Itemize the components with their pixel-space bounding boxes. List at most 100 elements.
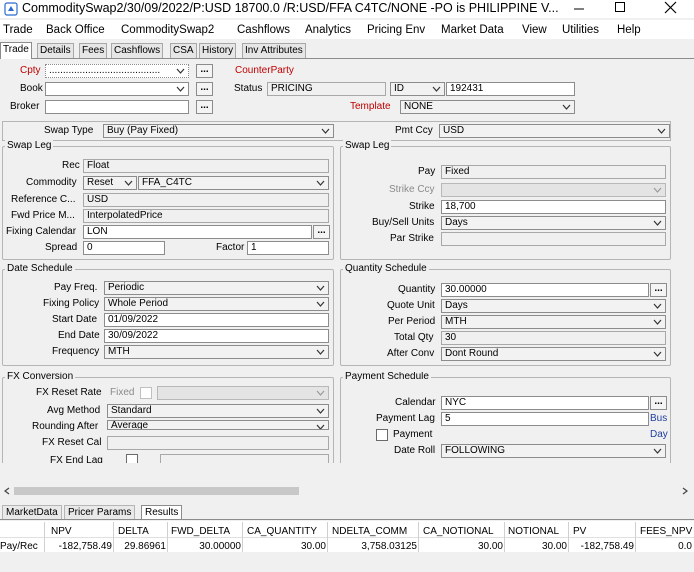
chevron-down-icon — [316, 349, 325, 355]
tab-inv-attributes[interactable]: Inv Attributes — [242, 43, 306, 58]
strike-ccy-combo[interactable] — [441, 183, 666, 197]
menu-analytics[interactable]: Analytics — [305, 23, 351, 37]
menu-trade[interactable]: Trade — [3, 23, 33, 37]
buy-sell-units-combo[interactable]: Days — [441, 216, 666, 230]
fx-end-lag-label: FX End Lag — [50, 455, 103, 463]
quote-unit-value: Days — [445, 300, 468, 311]
window-title: CommoditySwap2/30/09/2022/P:USD 18700.0 … — [22, 1, 559, 15]
pmt-ccy-label: Pmt Ccy — [395, 125, 433, 136]
col-header-ca-notional[interactable]: CA_NOTIONAL — [423, 526, 494, 538]
menu-view[interactable]: View — [522, 23, 547, 37]
chevron-down-icon — [432, 86, 441, 92]
fixed-checkbox[interactable] — [140, 387, 152, 399]
cpty-ellipsis-button[interactable]: ... — [196, 64, 213, 78]
calendar-field[interactable]: NYC — [441, 396, 649, 410]
menu-cashflows[interactable]: Cashflows — [237, 23, 290, 37]
after-conv-combo[interactable]: Dont Round — [441, 347, 666, 361]
spread-field[interactable]: 0 — [83, 241, 165, 255]
pay-freq-label: Pay Freq. — [54, 282, 98, 293]
swap-type-combo[interactable]: Buy (Pay Fixed) — [103, 124, 334, 138]
col-header-ca-quantity[interactable]: CA_QUANTITY — [247, 526, 317, 538]
avg-method-combo[interactable]: Standard — [107, 404, 329, 418]
horizontal-scrollbar[interactable] — [0, 484, 694, 498]
tab-results[interactable]: Results — [141, 505, 183, 519]
menu-pricing-env[interactable]: Pricing Env — [367, 23, 425, 37]
tab-fees[interactable]: Fees — [79, 43, 108, 58]
avg-method-value: Standard — [111, 405, 152, 416]
payment-lag-unit[interactable]: Bus — [650, 412, 667, 426]
menu-back-office[interactable]: Back Office — [46, 23, 105, 37]
maximize-icon[interactable] — [614, 1, 626, 13]
scroll-left-icon[interactable] — [3, 487, 11, 495]
strike-field[interactable]: 18,700 — [441, 200, 666, 214]
scrollbar-thumb[interactable] — [14, 487, 299, 495]
book-ellipsis-button[interactable]: ... — [196, 82, 213, 96]
tab-csa[interactable]: CSA — [170, 43, 197, 58]
calendar-ellipsis-button[interactable]: ... — [650, 396, 667, 410]
rounding-after-combo[interactable]: Average — [107, 420, 329, 430]
pmt-ccy-combo[interactable]: USD — [439, 124, 670, 138]
col-header-notional[interactable]: NOTIONAL — [508, 526, 559, 538]
tab-trade[interactable]: Trade — [0, 42, 32, 59]
date-roll-combo[interactable]: FOLLOWING — [441, 444, 666, 458]
close-icon[interactable] — [664, 1, 677, 14]
fx-end-lag-field — [160, 454, 329, 463]
payment-checkbox[interactable] — [376, 429, 388, 441]
commodity-label: Commodity — [26, 177, 77, 188]
tab-details[interactable]: Details — [37, 43, 74, 58]
commodity-value: FFA_C4TC — [142, 177, 193, 188]
col-header-delta[interactable]: DELTA — [118, 526, 149, 538]
date-roll-label: Date Roll — [394, 445, 436, 456]
tab-market-data[interactable]: MarketData — [2, 505, 62, 519]
id-field[interactable]: 192431 — [446, 82, 575, 96]
frequency-combo[interactable]: MTH — [104, 345, 329, 359]
fx-end-lag-checkbox[interactable] — [126, 454, 138, 463]
broker-ellipsis-button[interactable]: ... — [196, 100, 213, 114]
fx-reset-rate-combo[interactable] — [157, 386, 329, 400]
fixing-calendar-label: Fixing Calendar — [6, 226, 77, 237]
payment-unit[interactable]: Day — [650, 428, 668, 442]
factor-field[interactable]: 1 — [247, 241, 329, 255]
col-header-fees-npv[interactable]: FEES_NPV — [640, 526, 694, 538]
tab-divider — [0, 58, 694, 59]
start-date-field[interactable]: 01/09/2022 — [104, 313, 329, 327]
col-header-npv[interactable]: NPV — [51, 526, 72, 538]
menu-commodity-swap2[interactable]: CommoditySwap2 — [121, 23, 214, 37]
quantity-field[interactable]: 30.00000 — [441, 283, 649, 297]
menu-help[interactable]: Help — [617, 23, 641, 37]
scroll-right-icon[interactable] — [681, 487, 689, 495]
date-schedule-title: Date Schedule — [5, 263, 75, 275]
template-combo[interactable]: NONE — [400, 100, 575, 114]
id-combo-value: ID — [394, 83, 404, 94]
minimize-icon[interactable] — [573, 3, 585, 15]
col-header-ndelta-comm[interactable]: NDELTA_COMM — [332, 526, 407, 538]
id-combo[interactable]: ID — [390, 82, 445, 96]
rounding-after-value: Average — [111, 420, 149, 430]
cell-fees-npv: 0.0 — [678, 541, 692, 552]
book-combo[interactable] — [45, 82, 189, 96]
end-date-field[interactable]: 30/09/2022 — [104, 329, 329, 343]
menu-market-data[interactable]: Market Data — [441, 23, 504, 37]
cpty-combo[interactable]: ........................................ — [45, 64, 189, 78]
col-header-fwd-delta[interactable]: FWD_DELTA — [171, 526, 230, 538]
fixing-policy-combo[interactable]: Whole Period — [104, 297, 329, 311]
chevron-down-icon — [653, 220, 662, 226]
commodity-reset-combo[interactable]: Reset — [83, 176, 137, 190]
pay-freq-combo[interactable]: Periodic — [104, 281, 329, 295]
quote-unit-combo[interactable]: Days — [441, 299, 666, 313]
quantity-ellipsis-button[interactable]: ... — [650, 283, 667, 297]
chevron-down-icon — [653, 187, 662, 193]
col-header-pv[interactable]: PV — [573, 526, 586, 538]
buy-sell-units-label: Buy/Sell Units — [372, 217, 435, 228]
tab-history[interactable]: History — [199, 43, 237, 58]
tab-pricer-params[interactable]: Pricer Params — [64, 505, 136, 519]
template-label: Template — [350, 101, 391, 112]
menu-utilities[interactable]: Utilities — [562, 23, 599, 37]
tab-cashflows[interactable]: Cashflows — [111, 43, 164, 58]
payment-lag-field[interactable]: 5 — [441, 412, 649, 426]
broker-field[interactable] — [45, 100, 189, 114]
per-period-combo[interactable]: MTH — [441, 315, 666, 329]
fixing-calendar-ellipsis-button[interactable]: ... — [313, 225, 330, 239]
commodity-combo[interactable]: FFA_C4TC — [138, 176, 329, 190]
fixing-calendar-field[interactable]: LON — [83, 225, 312, 239]
